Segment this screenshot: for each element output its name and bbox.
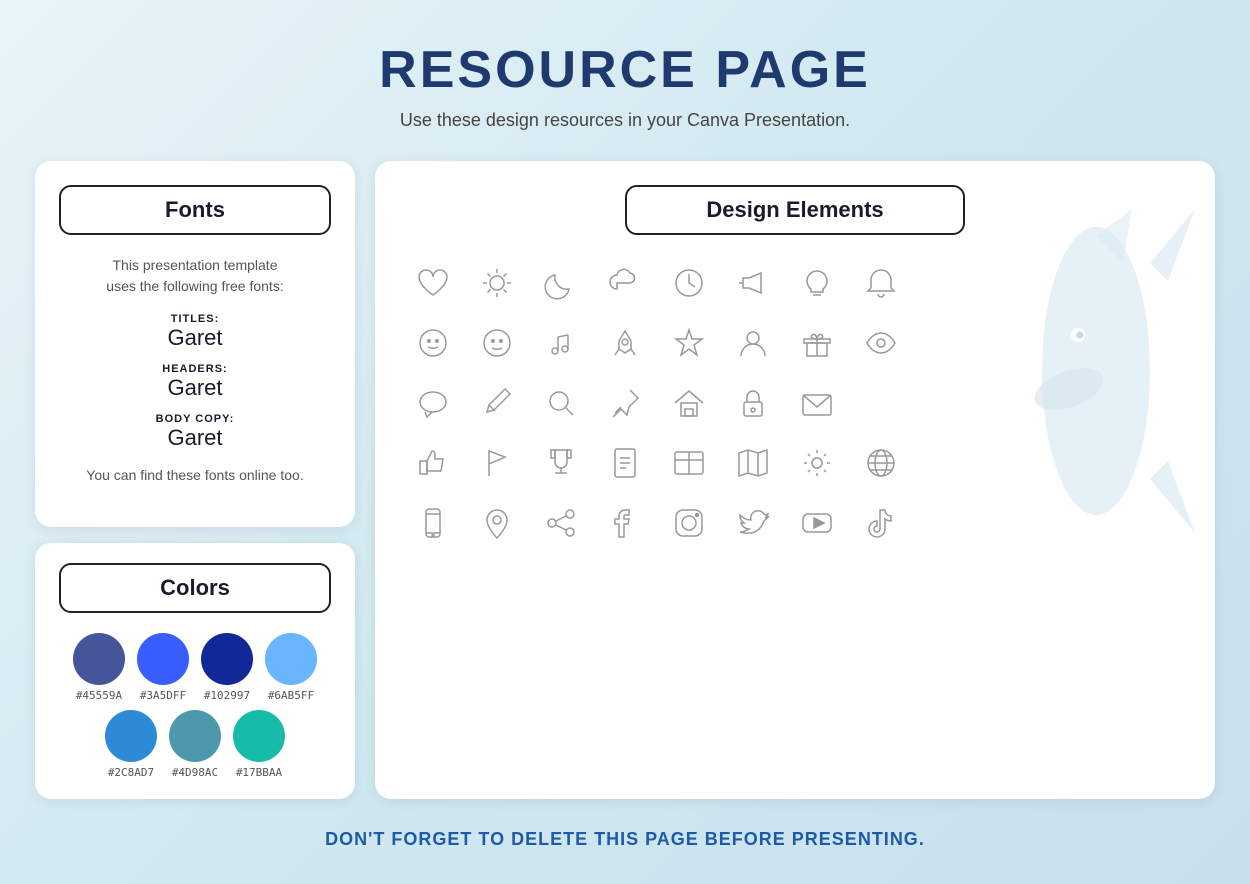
phone-icon [405, 495, 461, 551]
headers-font: HEADERS: Garet [59, 363, 331, 401]
color-item-2: #3A5DFF [137, 633, 189, 702]
icons-row-4 [405, 435, 1185, 491]
search-icon [533, 375, 589, 431]
fonts-card: Fonts This presentation template uses th… [35, 161, 355, 527]
colors-card: Colors #45559A #3A5DFF #102997 [35, 543, 355, 799]
colors-row-2: #2C8AD7 #4D98AC #17BBAA [105, 710, 285, 779]
icons-row-3 [405, 375, 1185, 431]
thumbsup-icon [405, 435, 461, 491]
clock-icon [661, 255, 717, 311]
color-swatch-6 [169, 710, 221, 762]
colors-row-1: #45559A #3A5DFF #102997 #6AB5FF [73, 633, 317, 702]
fonts-section: This presentation template uses the foll… [59, 255, 331, 483]
font-description: This presentation template uses the foll… [59, 255, 331, 297]
rocket-icon [597, 315, 653, 371]
heart-icon [405, 255, 461, 311]
lock-icon [725, 375, 781, 431]
pin-icon [597, 375, 653, 431]
color-item-3: #102997 [201, 633, 253, 702]
color-swatch-5 [105, 710, 157, 762]
color-hex-1: #45559A [76, 689, 122, 702]
chat-icon [405, 375, 461, 431]
color-swatch-7 [233, 710, 285, 762]
star-icon [661, 315, 717, 371]
color-item-7: #17BBAA [233, 710, 285, 779]
footer-note: DON'T FORGET TO DELETE THIS PAGE BEFORE … [305, 809, 945, 870]
icons-row-5 [405, 495, 1185, 551]
left-panel: Fonts This presentation template uses th… [35, 161, 355, 799]
trophy-icon [533, 435, 589, 491]
icons-row-1 [405, 255, 1185, 311]
bell-icon [853, 255, 909, 311]
instagram-icon [661, 495, 717, 551]
colors-title: Colors [59, 563, 331, 613]
book-icon [661, 435, 717, 491]
globe-icon [853, 435, 909, 491]
color-hex-7: #17BBAA [236, 766, 282, 779]
happy-face-icon [405, 315, 461, 371]
color-hex-2: #3A5DFF [140, 689, 186, 702]
document-icon [597, 435, 653, 491]
color-swatch-1 [73, 633, 125, 685]
moon-icon [533, 255, 589, 311]
gear-icon [789, 435, 845, 491]
person-icon [725, 315, 781, 371]
share-icon [533, 495, 589, 551]
pencil-icon [469, 375, 525, 431]
tiktok-icon [853, 495, 909, 551]
page-subtitle: Use these design resources in your Canva… [379, 110, 871, 131]
design-elements-title: Design Elements [625, 185, 965, 235]
body-font: BODY COPY: Garet [59, 413, 331, 451]
font-online-note: You can find these fonts online too. [59, 467, 331, 483]
fonts-title: Fonts [59, 185, 331, 235]
color-swatch-4 [265, 633, 317, 685]
sun-icon [469, 255, 525, 311]
icons-grid [405, 255, 1185, 551]
color-hex-4: #6AB5FF [268, 689, 314, 702]
right-panel: Design Elements [375, 161, 1215, 799]
map-icon [725, 435, 781, 491]
youtube-icon [789, 495, 845, 551]
page-title: RESOURCE PAGE [379, 40, 871, 100]
gift-icon [789, 315, 845, 371]
icons-row-2 [405, 315, 1185, 371]
color-swatch-2 [137, 633, 189, 685]
colors-grid: #45559A #3A5DFF #102997 #6AB5FF [59, 633, 331, 779]
facebook-icon [597, 495, 653, 551]
mail-icon [789, 375, 845, 431]
color-item-5: #2C8AD7 [105, 710, 157, 779]
lightbulb-icon [789, 255, 845, 311]
music-icon [533, 315, 589, 371]
flag-icon [469, 435, 525, 491]
color-item-4: #6AB5FF [265, 633, 317, 702]
color-hex-6: #4D98AC [172, 766, 218, 779]
twitter-icon [725, 495, 781, 551]
color-swatch-3 [201, 633, 253, 685]
color-hex-5: #2C8AD7 [108, 766, 154, 779]
titles-font: TITLES: Garet [59, 313, 331, 351]
megaphone-icon [725, 255, 781, 311]
house-icon [661, 375, 717, 431]
color-item-1: #45559A [73, 633, 125, 702]
eye-icon [853, 315, 909, 371]
sad-face-icon [469, 315, 525, 371]
color-hex-3: #102997 [204, 689, 250, 702]
location-icon [469, 495, 525, 551]
color-item-6: #4D98AC [169, 710, 221, 779]
cloud-icon [597, 255, 653, 311]
